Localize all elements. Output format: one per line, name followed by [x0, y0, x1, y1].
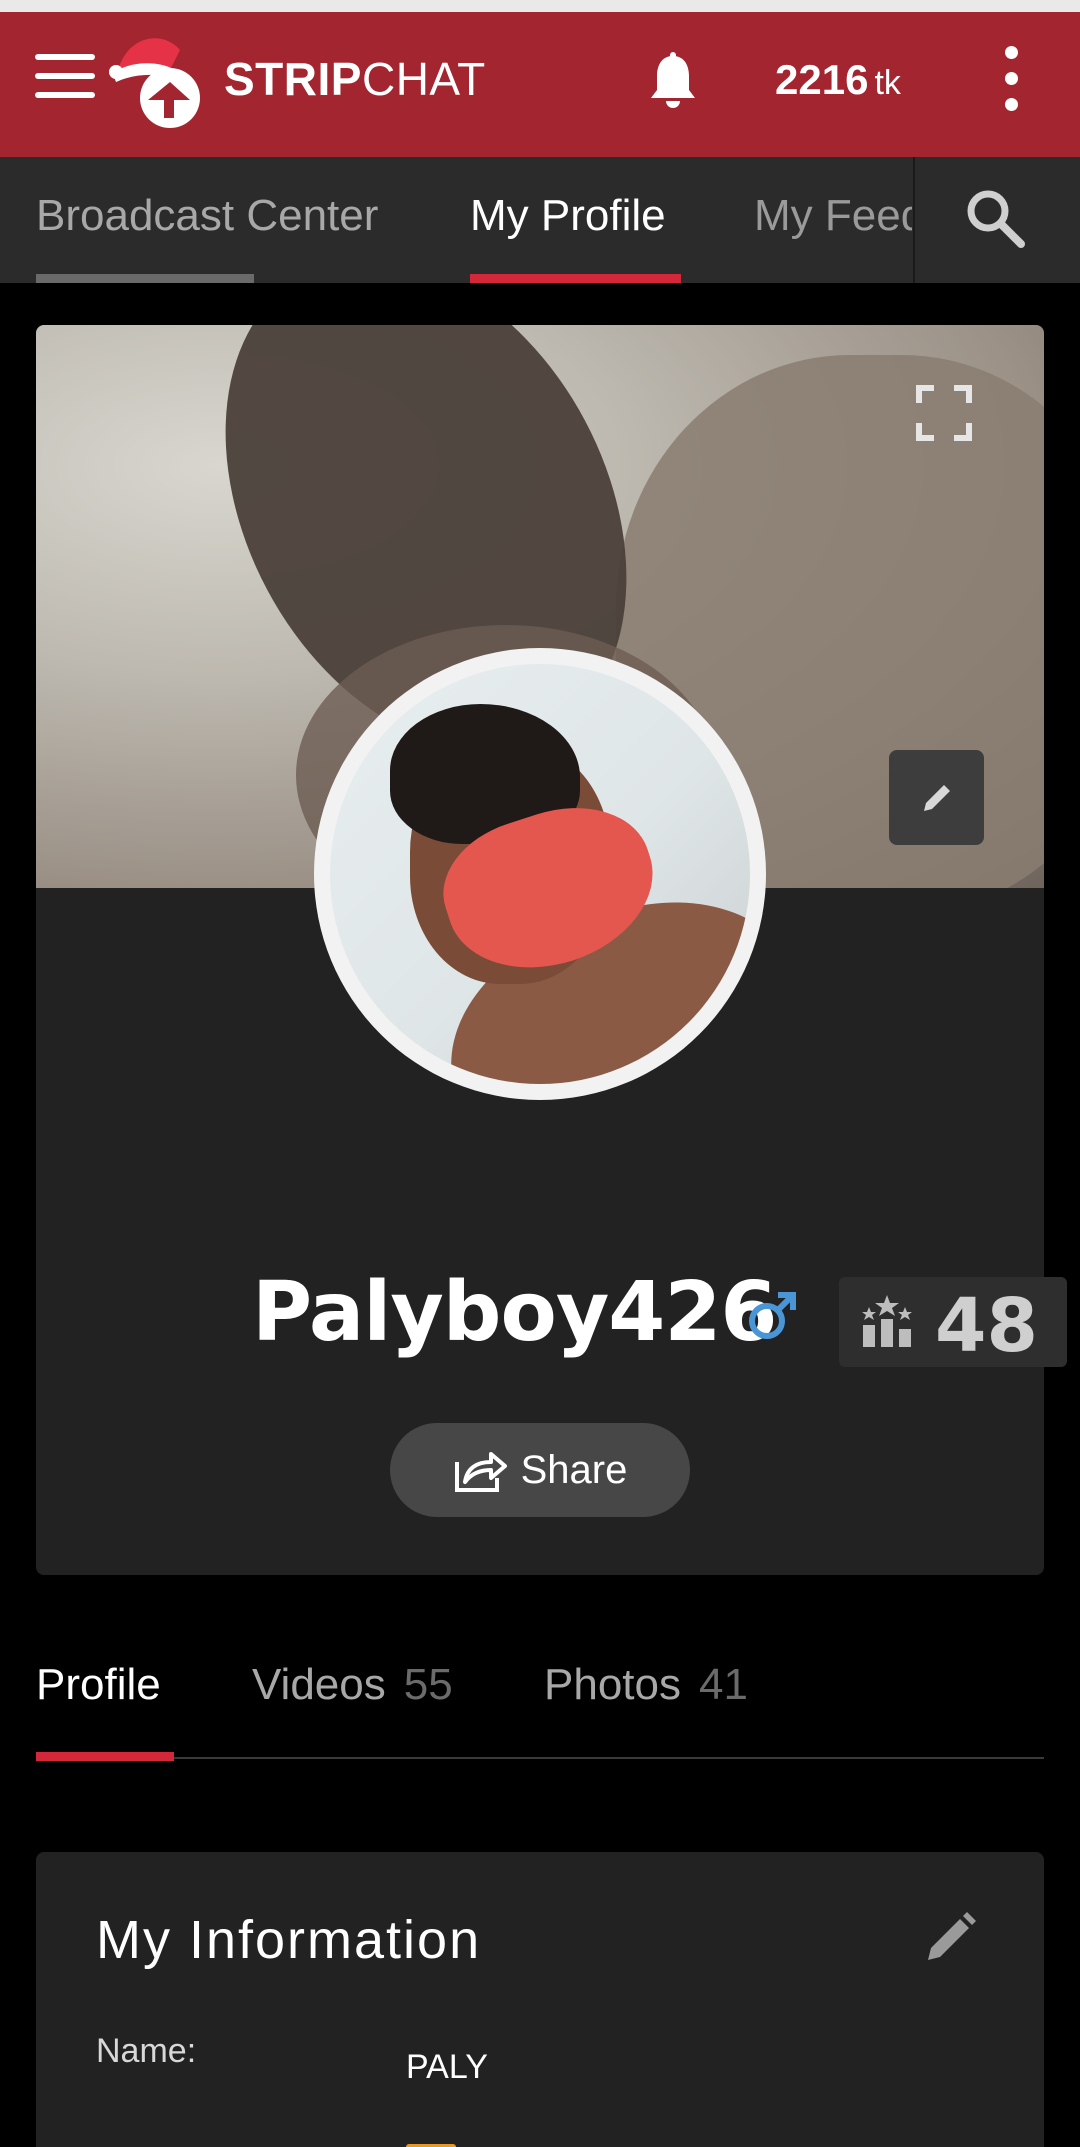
tab-videos[interactable]: Videos 55	[252, 1660, 453, 1710]
tab-photos-label: Photos	[544, 1660, 681, 1709]
token-unit: tk	[874, 64, 901, 102]
logo-chat-text: CHAT	[361, 53, 486, 105]
photos-count: 41	[698, 1660, 748, 1709]
menu-icon[interactable]	[35, 54, 95, 104]
level-number: 48	[935, 1283, 1038, 1369]
section-title: My Information	[96, 1910, 482, 1970]
name-label: Name:	[96, 2032, 197, 2070]
tab-profile[interactable]: Profile	[36, 1660, 161, 1710]
my-information-card: My Information Name: PALY	[36, 1852, 1044, 2147]
token-balance[interactable]: 2216 tk	[775, 56, 901, 104]
app-header: STRIPCHAT 2216 tk	[0, 12, 1080, 157]
male-symbol-icon	[749, 1292, 796, 1339]
logo-icon[interactable]	[108, 30, 208, 130]
logo-strip-text: STRIP	[224, 53, 362, 105]
tabs-baseline	[36, 1757, 1044, 1759]
tab-my-profile[interactable]: My Profile	[470, 191, 666, 241]
tab-photos[interactable]: Photos 41	[544, 1660, 748, 1710]
avatar[interactable]	[314, 648, 766, 1100]
active-tab-indicator	[470, 274, 681, 283]
status-strip	[0, 0, 1080, 12]
top-navigation: Broadcast Center My Profile My Feed	[0, 157, 1080, 283]
fullscreen-icon[interactable]	[916, 385, 972, 441]
token-balance-value: 2216	[775, 56, 869, 103]
username: Palyboy426	[252, 1265, 777, 1360]
edit-info-icon[interactable]	[922, 1910, 978, 1966]
tab-my-feed[interactable]: My Feed	[754, 191, 912, 241]
name-value: PALY	[406, 2048, 488, 2086]
tab-videos-label: Videos	[252, 1660, 386, 1709]
share-icon	[454, 1452, 507, 1492]
edit-cover-button[interactable]	[889, 750, 984, 845]
tab-broadcast-center[interactable]: Broadcast Center	[36, 191, 378, 241]
section-tabs: Profile Videos 55 Photos 41	[36, 1640, 1044, 1761]
scroll-indicator	[36, 274, 254, 283]
tab-profile-label: Profile	[36, 1660, 161, 1709]
pencil-icon	[923, 784, 950, 811]
profile-card: Palyboy426 48 Share	[36, 325, 1067, 1575]
logo-wordmark[interactable]: STRIPCHAT	[224, 52, 486, 106]
notifications-bell-icon[interactable]	[648, 52, 698, 110]
more-options-icon[interactable]	[998, 46, 1024, 116]
search-icon[interactable]	[964, 187, 1026, 249]
active-section-indicator	[36, 1752, 174, 1761]
avatar-photo	[330, 664, 750, 1084]
level-badge[interactable]: 48	[839, 1277, 1067, 1369]
share-label: Share	[520, 1447, 628, 1492]
share-button[interactable]: Share	[390, 1423, 690, 1517]
level-icon	[862, 1295, 912, 1347]
nav-divider	[913, 157, 915, 283]
videos-count: 55	[403, 1660, 453, 1709]
